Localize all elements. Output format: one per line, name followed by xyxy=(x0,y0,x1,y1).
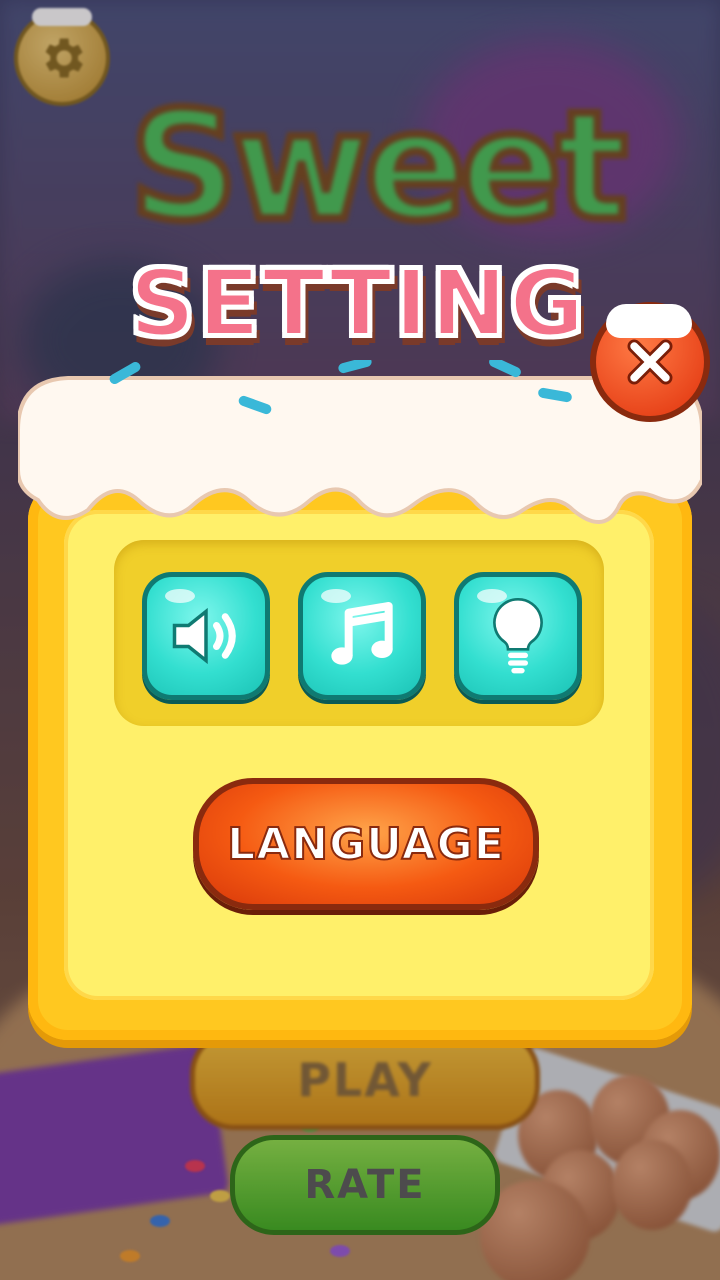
music-note-icon xyxy=(331,602,393,665)
close-button[interactable] xyxy=(590,302,710,422)
lightbulb-icon xyxy=(493,597,543,674)
settings-dialog: SETTING LANGUAGE xyxy=(18,248,710,1050)
sound-toggle-button[interactable] xyxy=(142,572,270,700)
hint-toggle-button[interactable] xyxy=(454,572,582,700)
toggle-panel xyxy=(114,540,604,726)
close-icon xyxy=(627,339,673,385)
dialog-title: SETTING xyxy=(127,248,587,359)
music-toggle-button[interactable] xyxy=(298,572,426,700)
speaker-icon xyxy=(172,607,236,665)
language-button[interactable]: LANGUAGE xyxy=(193,778,539,910)
